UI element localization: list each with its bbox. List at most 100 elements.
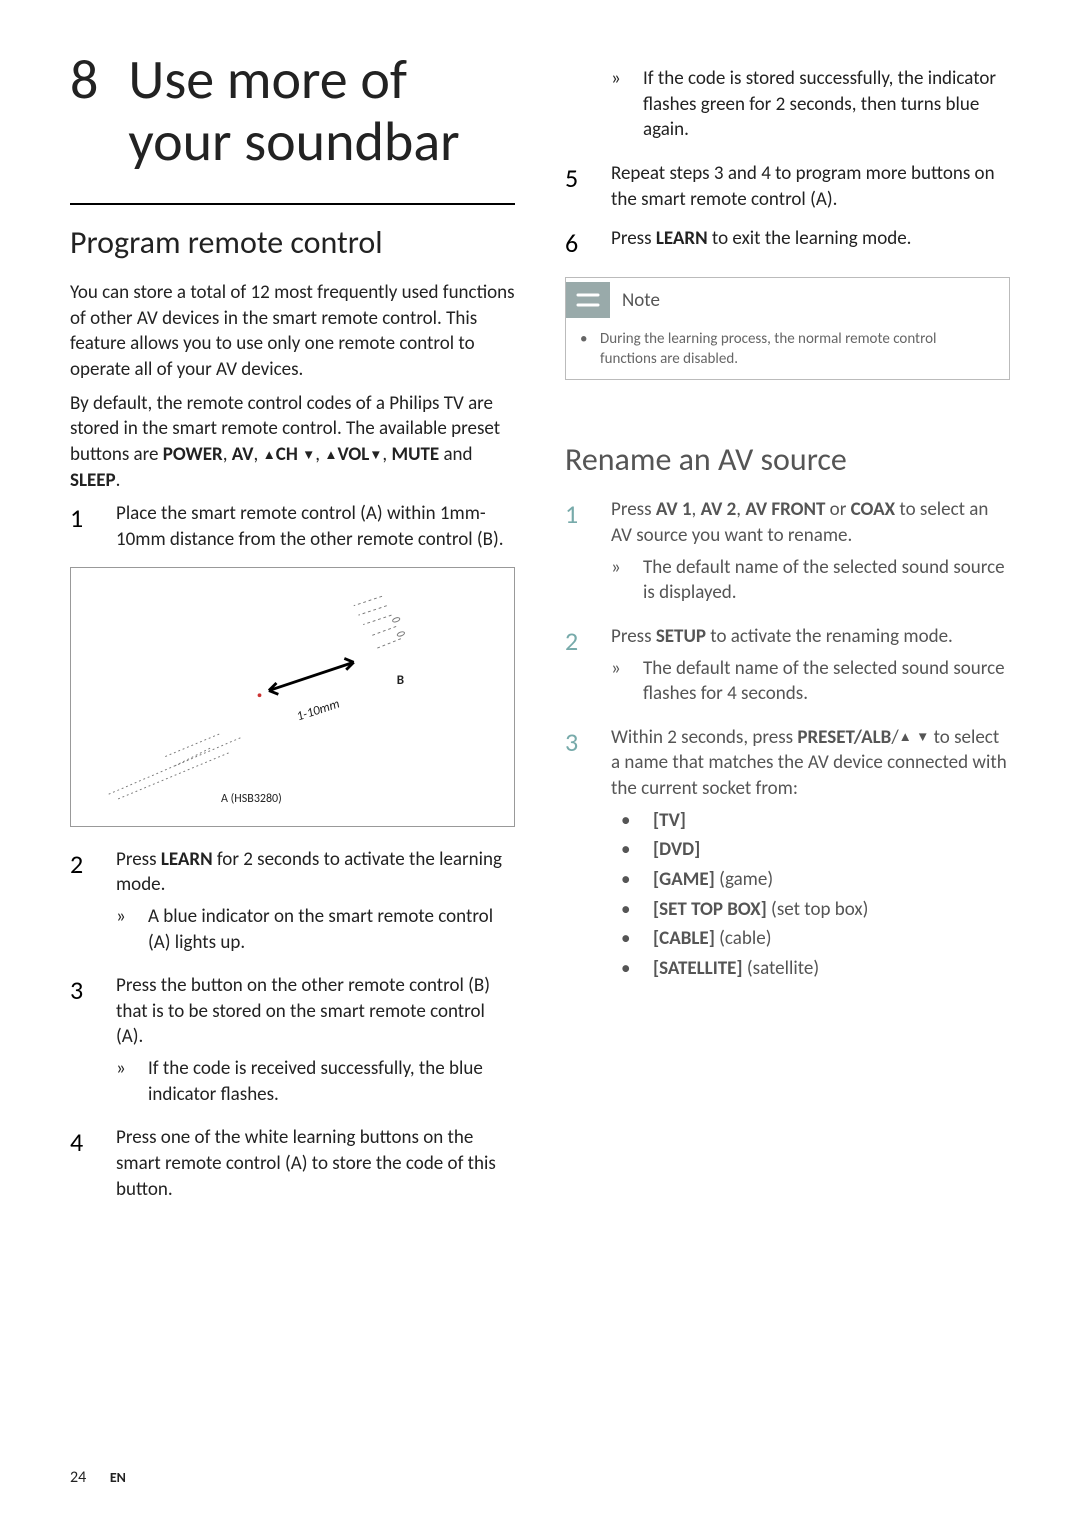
step-number: 5 <box>565 161 591 212</box>
step-6-text-b: to exit the learning mode. <box>708 227 912 250</box>
bullet-icon: • <box>621 956 639 982</box>
step-4-sub: »If the code is stored successfully, the… <box>611 66 1010 143</box>
opt-cable-label: [CABLE] <box>653 927 715 950</box>
rename-step-2: 2 Press SETUP to activate the renaming m… <box>565 624 1010 711</box>
step-6-text-a: Press <box>611 227 656 250</box>
step-number: 2 <box>565 624 591 711</box>
bullet-icon: • <box>621 897 639 923</box>
intro-paragraph-1: You can store a total of 12 most frequen… <box>70 280 515 383</box>
result-arrow-icon: » <box>611 66 629 143</box>
opt-satellite: • [SATELLITE] (satellite) <box>621 956 1010 982</box>
kw-preset-alb: PRESET/ALB <box>797 726 891 749</box>
triangle-up-icon <box>324 443 337 466</box>
step-4: 4 Press one of the white learning button… <box>70 1125 515 1202</box>
step-3-text: Press the button on the other remote con… <box>116 974 490 1048</box>
step-number: 4 <box>70 1125 96 1202</box>
kw-avfront: AV FRONT <box>745 498 825 521</box>
opt-dvd-label: [DVD] <box>653 838 700 861</box>
chapter-title: Use more of your soundbar <box>128 50 459 173</box>
figure-label-a: A (HSB3280) <box>221 792 282 806</box>
opt-game: • [GAME] (game) <box>621 867 1010 893</box>
step-2: 2 Press LEARN for 2 seconds to activate … <box>70 847 515 960</box>
opt-sat-label: [SATELLITE] <box>653 957 743 980</box>
triangle-down-icon <box>916 726 929 749</box>
step-4-sub-text: If the code is stored successfully, the … <box>643 66 1010 143</box>
step-number: 3 <box>70 973 96 1111</box>
kw-mute: MUTE <box>391 443 439 466</box>
kw-learn: LEARN <box>161 848 213 871</box>
step-number: 1 <box>70 501 96 552</box>
opt-tv-label: [TV] <box>653 809 686 832</box>
triangle-down-icon <box>302 443 315 466</box>
step-2-text-a: Press <box>116 848 161 871</box>
step-4-text: Press one of the white learning buttons … <box>116 1125 515 1202</box>
step-6: 6 Press LEARN to exit the learning mode. <box>565 226 1010 261</box>
opt-game-paren: (game) <box>715 868 773 891</box>
opt-stb-paren: (set top box) <box>767 898 869 921</box>
page-footer: 24 EN <box>70 1438 1010 1487</box>
step-1-text: Place the smart remote control (A) withi… <box>116 501 515 552</box>
note-icon <box>566 282 610 318</box>
result-arrow-icon: » <box>611 656 629 707</box>
opt-stb: • [SET TOP BOX] (set top box) <box>621 897 1010 923</box>
r2-sub-text: The default name of the selected sound s… <box>643 656 1010 707</box>
opt-dvd: • [DVD] <box>621 837 1010 863</box>
rename-step-3: 3 Within 2 seconds, press PRESET/ALB/ to… <box>565 725 1010 986</box>
triangle-up-icon <box>899 726 912 749</box>
opt-tv: •[TV] <box>621 808 1010 834</box>
opt-sat-paren: (satellite) <box>743 957 819 980</box>
triangle-down-icon <box>369 443 382 466</box>
kw-learn: LEARN <box>656 227 708 250</box>
chapter-number: 8 <box>70 50 98 173</box>
note-label: Note <box>622 289 660 312</box>
note-box: Note • During the learning process, the … <box>565 277 1010 380</box>
kw-coax: COAX <box>851 498 896 521</box>
step-4-continued: 4 »If the code is stored successfully, t… <box>565 60 1010 147</box>
result-arrow-icon: » <box>116 1056 134 1107</box>
step-number: 6 <box>565 226 591 261</box>
result-arrow-icon: » <box>116 904 134 955</box>
r2-text-b: to activate the renaming mode. <box>706 625 953 648</box>
step-number: 3 <box>565 725 591 986</box>
kw-power: POWER <box>163 443 223 466</box>
step-5: 5 Repeat steps 3 and 4 to program more b… <box>565 161 1010 212</box>
bullet-icon: • <box>580 330 590 369</box>
step-number: 2 <box>70 847 96 960</box>
step-1: 1 Place the smart remote control (A) wit… <box>70 501 515 552</box>
chapter-title-line1: Use more of <box>128 46 407 114</box>
kw-av1: AV 1 <box>656 498 692 521</box>
figure-label-b: B <box>397 673 404 688</box>
kw-ch: CH <box>276 443 298 466</box>
page-number: 24 <box>70 1468 86 1487</box>
step-3-sub-text: If the code is received successfully, th… <box>148 1056 515 1107</box>
intro-paragraph-2: By default, the remote control codes of … <box>70 391 515 494</box>
kw-setup: SETUP <box>656 625 706 648</box>
r1-sub-text: The default name of the selected sound s… <box>643 555 1010 606</box>
bullet-icon: • <box>621 837 639 863</box>
opt-game-label: [GAME] <box>653 868 715 891</box>
r2-text-a: Press <box>611 625 656 648</box>
bullet-icon: • <box>621 926 639 952</box>
intro2-and: and <box>439 443 472 466</box>
r1-text-a: Press <box>611 498 656 521</box>
page-language: EN <box>110 1469 126 1486</box>
step-number: 1 <box>565 497 591 610</box>
opt-cable: • [CABLE] (cable) <box>621 926 1010 952</box>
chapter-title-line2: your soundbar <box>128 108 459 176</box>
rename-step-1: 1 Press AV 1, AV 2, AV FRONT or COAX to … <box>565 497 1010 610</box>
bullet-icon: • <box>621 867 639 893</box>
section-rename-av: Rename an AV source <box>565 440 1010 479</box>
r1-sub: » The default name of the selected sound … <box>611 555 1010 606</box>
remote-distance-figure: B 1-10mm A (HSB3280) <box>70 567 515 827</box>
opt-cable-paren: (cable) <box>715 927 772 950</box>
result-arrow-icon: » <box>611 555 629 606</box>
opt-stb-label: [SET TOP BOX] <box>653 898 767 921</box>
triangle-up-icon <box>263 443 276 466</box>
section-program-remote: Program remote control <box>70 203 515 262</box>
figure-svg <box>71 568 514 813</box>
note-body: During the learning process, the normal … <box>600 330 995 369</box>
intro2-period: . <box>116 469 121 492</box>
step-3-sub: » If the code is received successfully, t… <box>116 1056 515 1107</box>
kw-av: AV <box>232 443 254 466</box>
r3-text-a: Within 2 seconds, press <box>611 726 797 749</box>
